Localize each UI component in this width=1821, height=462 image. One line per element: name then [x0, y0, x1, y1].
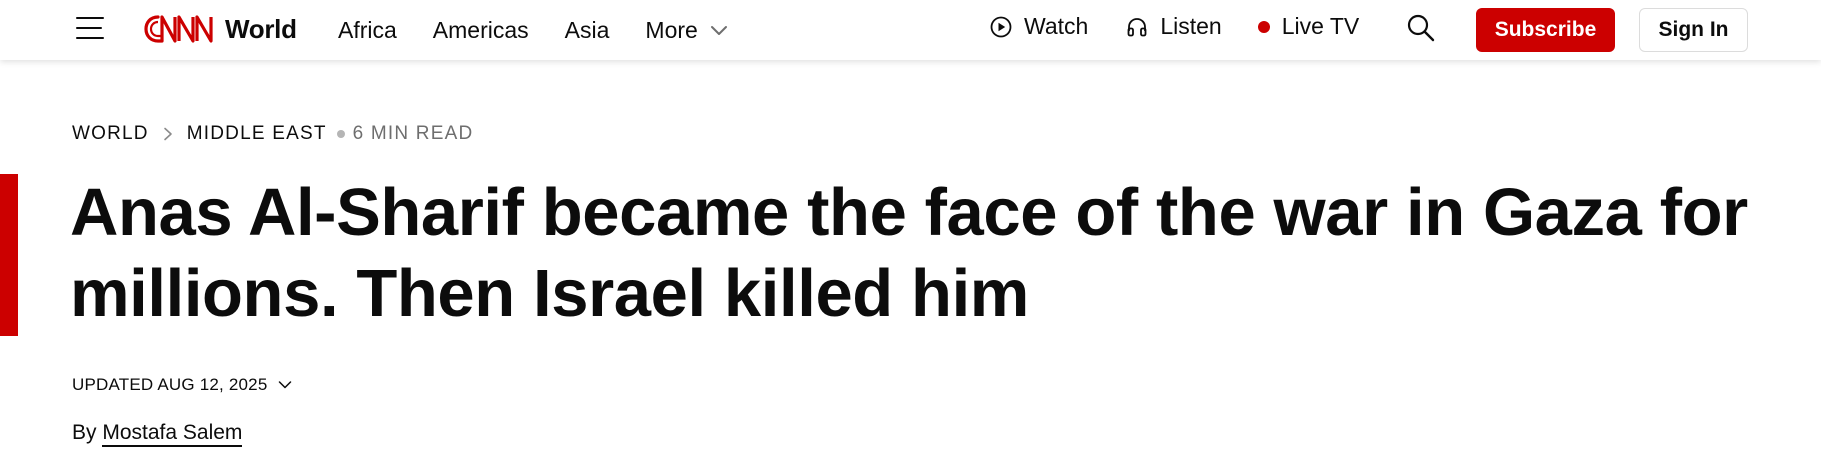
live-tv-link[interactable]: Live TV	[1257, 13, 1360, 40]
listen-link[interactable]: Listen	[1126, 13, 1222, 40]
nav-more-label: More	[645, 17, 698, 43]
byline-prefix: By	[72, 421, 97, 444]
play-circle-icon	[990, 16, 1012, 37]
site-header: World Africa Americas Asia More Watch Li…	[0, 0, 1821, 60]
breadcrumb: WORLD MIDDLE EAST 6 MIN READ	[72, 123, 473, 145]
headline-accent-bar	[0, 174, 18, 336]
live-tv-label: Live TV	[1281, 13, 1360, 39]
author-link[interactable]: Mostafa Salem	[102, 421, 243, 447]
headphones-icon	[1127, 17, 1147, 36]
nav-item-asia[interactable]: Asia	[565, 17, 610, 44]
article-headline: Anas Al-Sharif became the face of the wa…	[70, 175, 1748, 331]
menu-icon[interactable]	[76, 17, 104, 41]
nav-item-americas[interactable]: Americas	[433, 17, 529, 44]
live-dot-icon	[1257, 20, 1270, 33]
listen-label: Listen	[1160, 13, 1222, 39]
cnn-logo[interactable]	[143, 11, 215, 47]
updated-label: UPDATED AUG 12, 2025	[72, 375, 268, 394]
subscribe-button[interactable]: Subscribe	[1476, 8, 1615, 52]
updated-timestamp[interactable]: UPDATED AUG 12, 2025	[72, 375, 292, 395]
chevron-right-icon	[163, 127, 172, 141]
watch-label: Watch	[1024, 13, 1089, 39]
utility-links: Watch Listen Live TV	[990, 13, 1359, 40]
search-icon[interactable]	[1406, 13, 1436, 43]
chevron-down-icon	[278, 381, 291, 389]
read-time: 6 MIN READ	[352, 123, 474, 144]
nav-item-more[interactable]: More	[645, 17, 727, 44]
byline: By Mostafa Salem	[72, 421, 243, 447]
watch-link[interactable]: Watch	[990, 13, 1088, 40]
nav-item-africa[interactable]: Africa	[338, 17, 397, 44]
dot-separator	[336, 130, 345, 138]
chevron-down-icon	[710, 25, 727, 35]
breadcrumb-world[interactable]: WORLD	[72, 123, 149, 145]
sign-in-button[interactable]: Sign In	[1639, 8, 1748, 52]
main-nav: Africa Americas Asia More	[338, 17, 764, 44]
breadcrumb-middle-east[interactable]: MIDDLE EAST	[187, 123, 327, 145]
edition-label[interactable]: World	[225, 14, 297, 45]
